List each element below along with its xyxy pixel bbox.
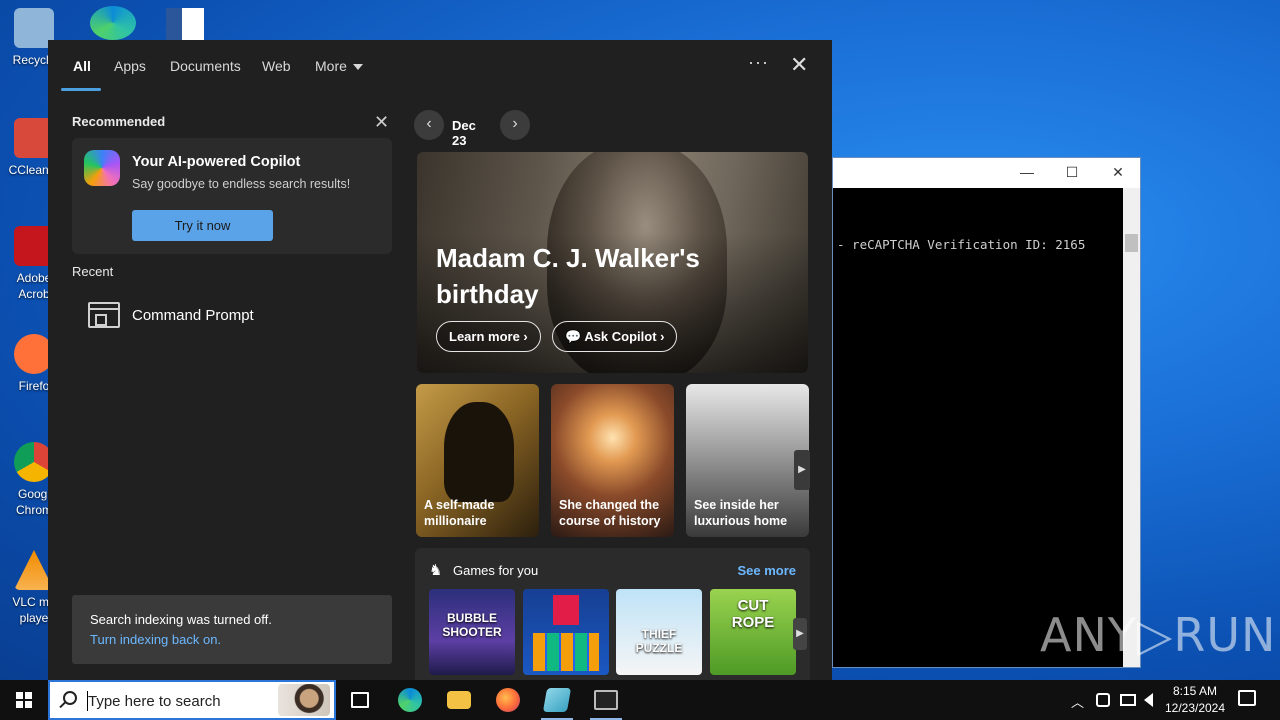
copilot-title: Your AI-powered Copilot <box>132 154 301 170</box>
date-label: Dec 23 <box>452 118 476 148</box>
tab-more-label: More <box>315 58 347 74</box>
turn-indexing-on-link[interactable]: Turn indexing back on. <box>90 632 221 647</box>
firefox-icon <box>496 688 520 712</box>
scroll-thumb[interactable] <box>1125 234 1138 252</box>
search-highlight-image[interactable] <box>278 684 330 716</box>
edge-desktop-icon[interactable] <box>90 6 136 40</box>
tab-documents[interactable]: Documents <box>170 58 241 74</box>
taskbar-notepad[interactable] <box>533 680 581 720</box>
minimize-button[interactable]: — <box>1013 164 1041 180</box>
story-card-caption: A self-made millionaire <box>424 498 495 528</box>
more-options-icon[interactable]: ··· <box>748 52 769 73</box>
search-icon <box>63 691 77 705</box>
taskbar-search-box[interactable]: Type here to search <box>48 680 336 720</box>
copilot-icon <box>84 150 120 186</box>
taskbar-file-explorer[interactable] <box>435 680 483 720</box>
cmd-output: - reCAPTCHA Verification ID: 2165 <box>837 237 1086 252</box>
hero-card[interactable]: Madam C. J. Walker's birthday Learn more… <box>417 152 808 373</box>
tab-apps[interactable]: Apps <box>114 58 146 74</box>
windows-icon <box>16 692 32 708</box>
task-view-button[interactable] <box>336 680 384 720</box>
recommended-heading: Recommended <box>72 114 166 129</box>
word-desktop-icon[interactable] <box>166 8 204 40</box>
maximize-button[interactable]: ☐ <box>1058 164 1086 181</box>
cmd-title-bar[interactable]: — ☐ ✕ <box>833 158 1140 188</box>
search-tabs: All Apps Documents Web More ··· ✕ <box>48 40 832 92</box>
indexing-notice: Search indexing was turned off. Turn ind… <box>72 595 392 664</box>
chevron-down-icon <box>352 64 363 71</box>
clock-date: 12/23/2024 <box>1164 701 1226 715</box>
notepad-icon <box>542 688 572 712</box>
command-prompt-window[interactable]: — ☐ ✕ - reCAPTCHA Verification ID: 2165 <box>832 157 1141 668</box>
notification-icon[interactable] <box>1238 690 1256 706</box>
blocks-image <box>533 633 599 671</box>
story-card-caption: See inside her luxurious home <box>694 498 788 528</box>
folder-icon <box>447 691 471 709</box>
chevron-left-icon[interactable]: ‹ <box>414 110 444 140</box>
games-heading: Games for you <box>453 563 539 578</box>
copilot-card[interactable]: Your AI-powered Copilot Say goodbye to e… <box>72 138 392 254</box>
learn-more-button[interactable]: Learn more › <box>436 321 541 352</box>
dismiss-recommended-icon[interactable]: ✕ <box>374 112 389 133</box>
search-placeholder: Type here to search <box>88 693 221 710</box>
chevron-right-icon[interactable]: › <box>500 110 530 140</box>
watermark-logo: ANY▷RUN <box>1040 608 1277 662</box>
edge-icon <box>398 688 422 712</box>
taskbar-command-prompt[interactable] <box>582 680 630 720</box>
blocks-piece <box>553 595 579 625</box>
taskbar-edge[interactable] <box>386 680 434 720</box>
clock[interactable]: 8:15 AM 12/23/2024 <box>1160 683 1230 717</box>
network-icon[interactable] <box>1120 694 1136 706</box>
games-section: ♞ Games for you See more BUBBLE SHOOTER … <box>415 548 810 680</box>
indexing-status-text: Search indexing was turned off. <box>90 612 272 627</box>
story-card-3[interactable]: See inside her luxurious home <box>686 384 809 537</box>
chevron-right-icon[interactable]: ▶ <box>793 618 807 650</box>
copilot-subtitle: Say goodbye to endless search results! <box>132 177 351 191</box>
chevron-right-icon[interactable]: ▶ <box>794 450 810 490</box>
story-card-2[interactable]: She changed the course of history <box>551 384 674 537</box>
search-panel: All Apps Documents Web More ··· ✕ Recomm… <box>48 40 832 680</box>
taskbar-firefox[interactable] <box>484 680 532 720</box>
hero-title: Madam C. J. Walker's birthday <box>436 243 700 309</box>
terminal-icon <box>594 690 618 710</box>
close-button[interactable]: ✕ <box>1104 164 1132 181</box>
clock-time: 8:15 AM <box>1172 684 1218 698</box>
story-card-1[interactable]: A self-made millionaire <box>416 384 539 537</box>
silhouette-image <box>444 402 514 502</box>
game-tile-blocks[interactable] <box>523 589 609 675</box>
game-tile-thief-puzzle[interactable]: THIEF PUZZLE <box>616 589 702 675</box>
story-card-caption: She changed the course of history <box>559 498 661 528</box>
games-icon: ♞ <box>429 562 443 579</box>
chevron-up-icon[interactable]: ︿ <box>1071 692 1084 711</box>
taskbar: Type here to search ︿ 8:15 AM 12/23/2024 <box>0 680 1280 720</box>
start-button[interactable] <box>0 680 48 720</box>
game-title: BUBBLE SHOOTER <box>442 611 502 639</box>
game-tile-cut-the-rope[interactable]: CUT ROPE <box>710 589 796 675</box>
cmd-scrollbar[interactable] <box>1123 188 1140 667</box>
recent-heading: Recent <box>72 264 114 279</box>
tab-all[interactable]: All <box>73 58 91 74</box>
tab-web[interactable]: Web <box>262 58 291 74</box>
close-icon[interactable]: ✕ <box>790 52 808 78</box>
see-more-link[interactable]: See more <box>737 563 796 578</box>
tab-more[interactable]: More <box>315 58 363 74</box>
meet-now-icon[interactable] <box>1096 693 1110 707</box>
recent-item-label: Command Prompt <box>132 307 254 324</box>
active-tab-indicator <box>61 88 101 91</box>
game-title: CUT ROPE <box>731 597 775 631</box>
task-view-icon <box>351 692 369 708</box>
volume-icon[interactable] <box>1144 693 1153 707</box>
ask-copilot-button[interactable]: 💬 Ask Copilot › <box>552 321 678 352</box>
try-it-now-button[interactable]: Try it now <box>132 210 273 241</box>
game-title: THIEF PUZZLE <box>635 627 683 655</box>
command-prompt-icon <box>88 302 120 328</box>
game-tile-bubble-shooter[interactable]: BUBBLE SHOOTER <box>429 589 515 675</box>
